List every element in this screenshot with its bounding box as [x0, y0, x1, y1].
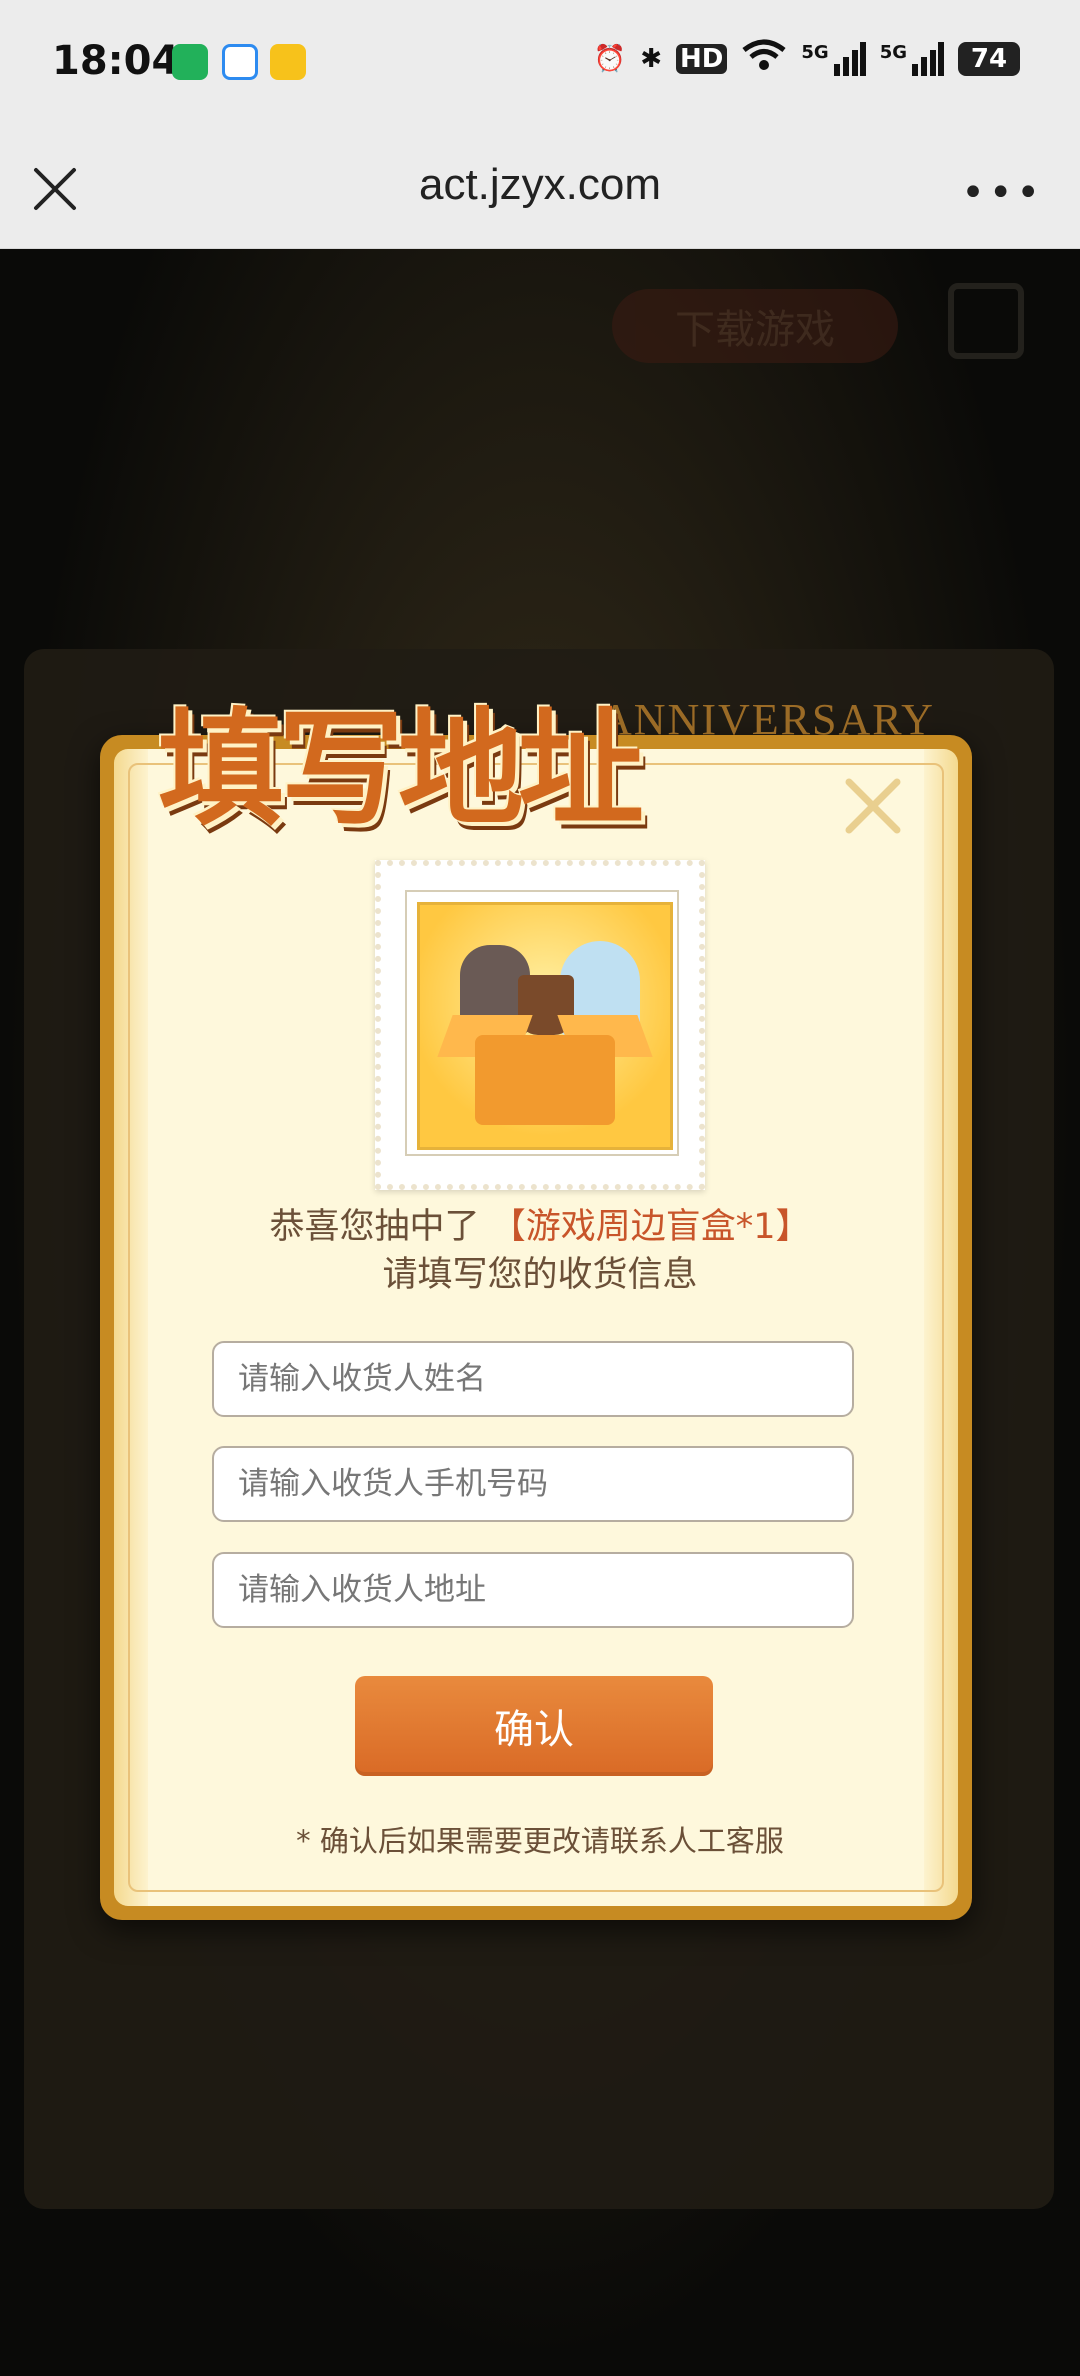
stamp-frame	[405, 890, 679, 1156]
emoji-app-icon	[270, 44, 306, 80]
fill-info-prompt: 请填写您的收货信息	[382, 1255, 698, 1295]
recipient-phone-field[interactable]	[212, 1446, 854, 1522]
recipient-name-field[interactable]	[212, 1341, 854, 1417]
congrats-line: 恭喜您抽中了 【游戏周边盲盒*1】	[0, 1198, 1080, 1249]
video-app-icon	[172, 44, 208, 80]
hd-icon: HD	[676, 43, 728, 74]
gift-box-icon	[475, 1035, 615, 1125]
congrats-prefix: 恭喜您抽中了	[269, 1207, 480, 1247]
modal-title: 填写地址	[158, 695, 644, 843]
recipient-address-field[interactable]	[212, 1552, 854, 1628]
status-bar: 18:04 ⏰ ✱ HD 5G 5G 74	[0, 0, 1080, 130]
signal-2-icon: 5G	[879, 41, 944, 76]
status-indicators: ⏰ ✱ HD 5G 5G 74	[594, 38, 1020, 79]
share-icon[interactable]	[948, 283, 1024, 359]
blind-box-image	[417, 902, 673, 1150]
browser-toolbar: act.jzyx.com •••	[0, 130, 1080, 249]
bluetooth-icon: ✱	[640, 43, 663, 74]
signal-1-icon: 5G	[801, 41, 866, 76]
anniversary-text: ANNIVERSARY	[600, 695, 935, 744]
prize-name: 【游戏周边盲盒*1】	[490, 1207, 811, 1247]
network-type-1: 5G	[801, 41, 829, 63]
status-time: 18:04	[52, 38, 180, 84]
wifi-icon	[741, 38, 787, 79]
support-note: * 确认后如果需要更改请联系人工客服	[296, 1824, 784, 1858]
network-type-2: 5G	[879, 41, 907, 63]
confirm-button[interactable]: 确认	[355, 1676, 713, 1776]
more-icon[interactable]: •••	[961, 170, 1044, 216]
download-game-button[interactable]: 下载游戏	[612, 289, 898, 363]
prize-stamp	[375, 860, 705, 1190]
modal-close-icon[interactable]	[843, 776, 903, 836]
battery-indicator: 74	[958, 41, 1020, 76]
chat-app-icon	[222, 44, 258, 80]
alarm-icon: ⏰	[593, 43, 627, 74]
page-url: act.jzyx.com	[418, 160, 662, 209]
